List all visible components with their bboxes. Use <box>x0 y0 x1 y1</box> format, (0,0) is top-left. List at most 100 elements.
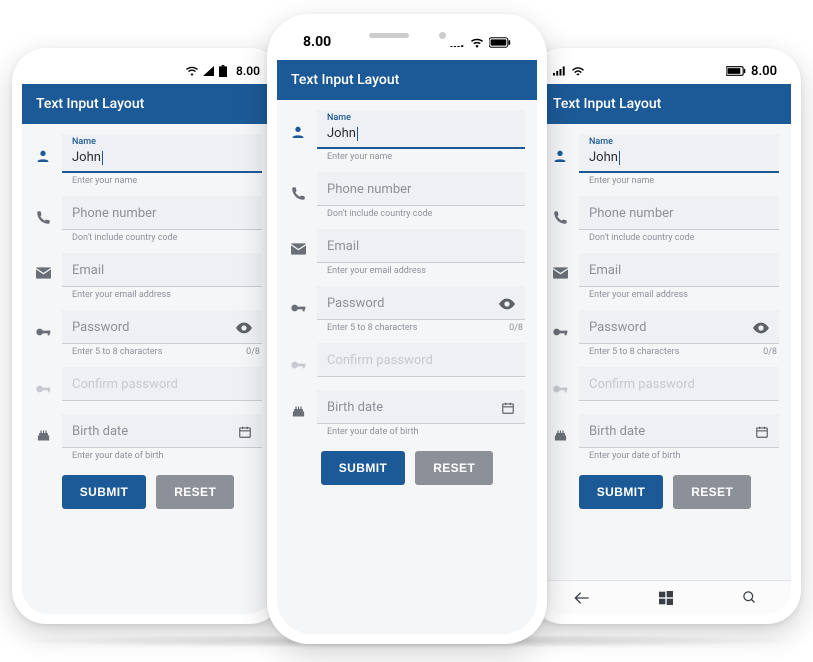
windows-nav-bar <box>539 580 791 614</box>
phone-placeholder: Phone number <box>327 182 411 197</box>
name-field[interactable]: Name John <box>317 110 525 149</box>
birth-date-field[interactable]: Birth date <box>317 390 525 424</box>
birth-date-field[interactable]: Birth date <box>579 414 779 448</box>
calendar-icon[interactable] <box>238 425 252 439</box>
email-icon <box>289 229 307 255</box>
eye-icon[interactable] <box>499 298 515 310</box>
name-label: Name <box>72 137 96 147</box>
wifi-icon <box>571 66 585 77</box>
password-counter: 0/8 <box>246 347 260 357</box>
submit-button[interactable]: SUBMIT <box>579 475 663 509</box>
name-helper: Enter your name <box>72 176 137 186</box>
email-icon <box>551 253 569 279</box>
phone-placeholder: Phone number <box>589 206 673 221</box>
text-caret <box>102 151 103 165</box>
device-android: 8.00 Text Input Layout Name John <box>12 48 284 624</box>
windows-icon[interactable] <box>659 591 673 605</box>
birth-placeholder: Birth date <box>327 400 383 415</box>
phone-icon <box>289 172 307 201</box>
birth-date-field[interactable]: Birth date <box>62 414 262 448</box>
reset-button[interactable]: RESET <box>673 475 751 509</box>
name-helper: Enter your name <box>327 152 392 162</box>
form-content: Name John Enter your name Phone number D… <box>539 124 791 580</box>
wifi-icon <box>186 66 198 76</box>
battery-icon <box>726 66 746 76</box>
submit-button[interactable]: SUBMIT <box>62 475 146 509</box>
person-icon <box>551 134 569 164</box>
app-bar: Text Input Layout <box>277 60 537 100</box>
confirm-placeholder: Confirm password <box>72 377 178 392</box>
key-icon <box>289 343 307 373</box>
name-field[interactable]: Name John <box>579 134 779 173</box>
password-placeholder: Password <box>327 296 384 311</box>
password-field[interactable]: Password <box>579 310 779 344</box>
eye-icon[interactable] <box>236 322 252 334</box>
phone-field[interactable]: Phone number <box>62 196 262 230</box>
password-counter: 0/8 <box>509 323 523 333</box>
status-time: 8.00 <box>236 64 260 78</box>
email-field[interactable]: Email <box>579 253 779 287</box>
form-content: Name John Enter your name Phone number D… <box>277 100 537 634</box>
phone-icon <box>34 196 52 225</box>
password-helper: Enter 5 to 8 characters <box>589 347 679 357</box>
submit-button[interactable]: SUBMIT <box>321 451 405 485</box>
birth-helper: Enter your date of birth <box>589 451 680 461</box>
phone-helper: Don't include country code <box>327 209 432 219</box>
eye-icon[interactable] <box>753 322 769 334</box>
key-icon <box>551 367 569 397</box>
confirm-placeholder: Confirm password <box>327 353 433 368</box>
key-icon <box>551 310 569 340</box>
calendar-icon[interactable] <box>755 425 769 439</box>
email-helper: Enter your email address <box>327 266 426 276</box>
password-helper: Enter 5 to 8 characters <box>327 323 417 333</box>
cake-icon <box>289 390 307 419</box>
confirm-password-field[interactable]: Confirm password <box>317 343 525 377</box>
confirm-password-field[interactable]: Confirm password <box>62 367 262 401</box>
device-ios: 8.00 Text Input Layout Name John <box>267 14 547 644</box>
device-windows: 8.00 Text Input Layout Name John Enter y… <box>529 48 801 624</box>
email-field[interactable]: Email <box>62 253 262 287</box>
name-field[interactable]: Name John <box>62 134 262 173</box>
text-caret <box>619 151 620 165</box>
name-label: Name <box>589 137 613 147</box>
back-icon[interactable] <box>574 591 590 605</box>
name-value: John <box>589 150 618 165</box>
password-field[interactable]: Password <box>317 286 525 320</box>
reset-button[interactable]: RESET <box>415 451 493 485</box>
cake-icon <box>551 414 569 443</box>
person-icon <box>34 134 52 164</box>
search-icon[interactable] <box>742 590 757 605</box>
email-placeholder: Email <box>72 263 104 278</box>
name-label: Name <box>327 113 351 123</box>
status-bar: 8.00 <box>22 58 274 84</box>
birth-placeholder: Birth date <box>589 424 645 439</box>
password-placeholder: Password <box>589 320 646 335</box>
app-bar: Text Input Layout <box>22 84 274 124</box>
password-field[interactable]: Password <box>62 310 262 344</box>
notch <box>342 24 472 46</box>
battery-icon <box>489 37 511 48</box>
confirm-password-field[interactable]: Confirm password <box>579 367 779 401</box>
calendar-icon[interactable] <box>501 401 515 415</box>
form-content: Name John Enter your name Phone number <box>22 124 274 614</box>
email-helper: Enter your email address <box>589 290 688 300</box>
app-title: Text Input Layout <box>291 72 399 88</box>
app-title: Text Input Layout <box>36 96 144 112</box>
email-helper: Enter your email address <box>72 290 171 300</box>
status-time: 8.00 <box>751 64 777 79</box>
wifi-icon <box>470 37 484 48</box>
email-field[interactable]: Email <box>317 229 525 263</box>
signal-icon <box>203 66 214 76</box>
cake-icon <box>34 414 52 443</box>
birth-helper: Enter your date of birth <box>327 427 418 437</box>
reset-button[interactable]: RESET <box>156 475 234 509</box>
key-icon <box>289 286 307 316</box>
name-value: John <box>72 150 101 165</box>
phone-field[interactable]: Phone number <box>317 172 525 206</box>
key-icon <box>34 367 52 397</box>
birth-placeholder: Birth date <box>72 424 128 439</box>
phone-field[interactable]: Phone number <box>579 196 779 230</box>
password-counter: 0/8 <box>763 347 777 357</box>
phone-icon <box>551 196 569 225</box>
status-bar: 8.00 <box>539 58 791 84</box>
